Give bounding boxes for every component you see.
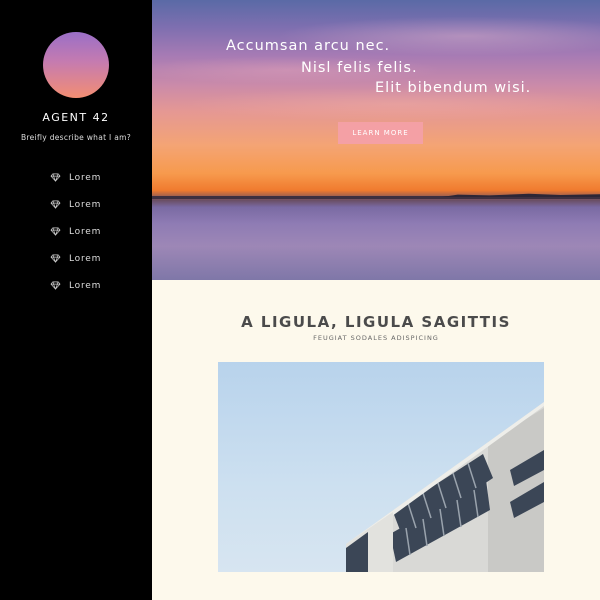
- page: AGENT 42 Breifly describe what I am? Lor…: [0, 0, 600, 600]
- sidebar-item[interactable]: Lorem: [50, 191, 101, 218]
- building-illustration: [346, 402, 544, 572]
- avatar[interactable]: [43, 32, 109, 98]
- diamond-icon: [50, 227, 61, 236]
- hero-line: Nisl felis felis.: [301, 60, 418, 76]
- sidebar-item[interactable]: Lorem: [50, 218, 101, 245]
- sidebar-item[interactable]: Lorem: [50, 164, 101, 191]
- site-title: AGENT 42: [42, 111, 110, 124]
- sidebar-nav: Lorem Lorem Lorem Lorem Lorem: [50, 164, 101, 299]
- section-subtitle: FEUGIAT SODALES ADISPICING: [313, 334, 439, 342]
- diamond-icon: [50, 173, 61, 182]
- sidebar: AGENT 42 Breifly describe what I am? Lor…: [0, 0, 152, 600]
- diamond-icon: [50, 254, 61, 263]
- sunset-sky: [152, 0, 600, 200]
- sidebar-item-label: Lorem: [69, 280, 102, 291]
- main-content: A LIGULA, LIGULA SAGITTIS FEUGIAT SODALE…: [152, 280, 600, 600]
- section-title: A LIGULA, LIGULA SAGITTIS: [241, 313, 511, 331]
- sidebar-item-label: Lorem: [69, 199, 102, 210]
- hero-line: Accumsan arcu nec.: [226, 38, 391, 54]
- sidebar-item-label: Lorem: [69, 172, 102, 183]
- sidebar-item-label: Lorem: [69, 226, 102, 237]
- sidebar-item-label: Lorem: [69, 253, 102, 264]
- diamond-icon: [50, 200, 61, 209]
- sidebar-item[interactable]: Lorem: [50, 245, 101, 272]
- site-description: Breifly describe what I am?: [20, 133, 132, 142]
- hero-banner: Accumsan arcu nec. Nisl felis felis. Eli…: [152, 0, 600, 280]
- hero-line: Elit bibendum wisi.: [375, 80, 532, 96]
- building-photo: [218, 362, 544, 572]
- learn-more-button[interactable]: LEARN MORE: [338, 122, 423, 144]
- sidebar-item[interactable]: Lorem: [50, 272, 101, 299]
- diamond-icon: [50, 281, 61, 290]
